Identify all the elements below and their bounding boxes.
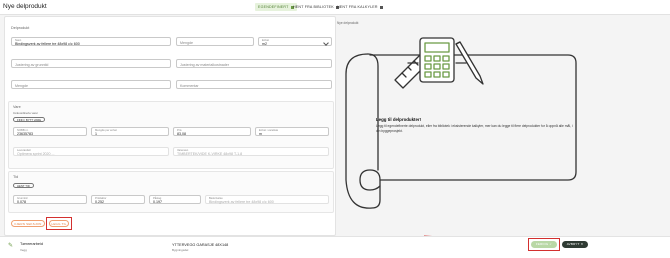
hent-tid-button[interactable]: HENT TID (13, 183, 34, 188)
button-label: AVBRYT (566, 242, 580, 246)
delprodukt-form: Delprodukt Navn Bindingsverk av fellere … (4, 16, 336, 236)
kommentar-field[interactable]: Kommentar (176, 80, 332, 89)
fjern-seksjon-button[interactable]: FJERN SEKSJON (11, 220, 45, 227)
field-value: TIMBERTEK/VIDE K-VIRKE 48x98 T-1.8 (177, 151, 243, 156)
enhet-vareliste-field[interactable]: Enhet i vareliste m (255, 127, 329, 136)
field-value: 0.197 (153, 199, 162, 204)
varenavn-field: Varenavn TIMBERTEK/VIDE K-VIRKE 48x98 T-… (173, 147, 329, 156)
nobb-field[interactable]: NOBB nr. 23635783 (13, 127, 87, 136)
field-value: Bindingsverk av fellere tre 48x98 c/c 60… (15, 41, 80, 46)
info-title: Legg til delprodukter! (376, 117, 422, 122)
section-title: Delprodukt (11, 26, 30, 30)
project-subtitle: Bygningsdel (172, 248, 189, 252)
item-subtitle: Vegg (20, 248, 27, 252)
annotation-highlight-ferdig (528, 238, 560, 251)
enhet-select[interactable]: Enhet m2 (258, 37, 332, 46)
beskrivelse-field: Beskrivelse Bindingsverk av fellere tre … (205, 195, 329, 204)
tid-title: Tid (13, 175, 19, 179)
page-title: Nye delprodukt (3, 3, 47, 10)
field-value: Bindingsverk av fellere tre 48x98 c/c 60… (209, 199, 274, 204)
field-value: 23635783 (17, 131, 33, 136)
field-value: m2 (262, 41, 267, 46)
justering-material-field[interactable]: Justering av materialkostnader (176, 59, 332, 68)
tab-label: HENT FRA BIBLIOTEK (293, 5, 334, 9)
vare-panel: Vare Innkoordinerte varer FINN / BYTT VA… (8, 101, 334, 169)
field-placeholder: Kommentar (180, 83, 199, 88)
field-value: 83,08 (177, 131, 186, 136)
grunntid-field[interactable]: Grunntid 0.078 (13, 195, 87, 204)
field-value: m (259, 131, 262, 136)
navn-field[interactable]: Navn Bindingsverk av fellere tre 48x98 c… (11, 37, 171, 46)
paslag-field[interactable]: Påslag 0.197 (149, 195, 201, 204)
mengde2-field[interactable]: Mengde (11, 80, 171, 89)
pencil-icon[interactable]: ✎ (8, 242, 13, 249)
top-bar: Nye delprodukt EGENDEFINERT HENT FRA BIB… (0, 0, 670, 15)
vare-title: Vare (13, 105, 21, 109)
right-panel-note: Nye delprodukt (337, 21, 359, 25)
finn-bytt-vare-button[interactable]: FINN / BYTT VARE (13, 117, 46, 122)
field-value: 1 (95, 131, 97, 136)
calculator-icon (379, 5, 383, 9)
innkoordinerte-varer-link[interactable]: Innkoordinerte varer (13, 111, 38, 115)
tab-label: HENT FRA KALKYLER (337, 5, 378, 9)
bottom-bar: ✎ Tømrerarbeid Vegg YTTERVEGG GARASJE 48… (0, 236, 670, 258)
justering-grunntid-field[interactable]: Justering av grunntid (11, 59, 171, 68)
field-value: 0.078 (17, 199, 26, 204)
field-placeholder: Mengde (15, 83, 28, 88)
tid-panel: Tid HENT TID Grunntid 0.078 Prisfaktor 0… (8, 171, 334, 213)
mengde-field[interactable]: Mengde (176, 37, 254, 46)
pris-field[interactable]: Pris 83,08 (173, 127, 251, 136)
avbryt-button[interactable]: AVBRYT ✕ (562, 241, 588, 248)
prisfaktor-field[interactable]: Prisfaktor 0.252 (91, 195, 145, 204)
tab-hent-fra-kalkyler[interactable]: HENT FRA KALKYLER (334, 3, 386, 11)
field-label: Mengde per enhet (95, 128, 117, 132)
leverandor-field: Leverandør Optimera sprint 2020 ... (13, 147, 169, 156)
button-label: FJERN SEKSJON (14, 222, 42, 226)
field-placeholder: Mengde (180, 40, 193, 45)
calculator-icon (419, 37, 455, 83)
project-title: YTTERVEGG GARASJE 48X148 (172, 243, 229, 247)
field-placeholder: Justering av grunntid (15, 62, 49, 67)
info-text: Legg til egendefinerte delprodukt, eller… (376, 124, 573, 133)
chip-label: HENT TID (17, 184, 30, 188)
field-value: 0.252 (95, 199, 104, 204)
field-placeholder: Justering av materialkostnader (180, 62, 229, 67)
chip-label: FINN / BYTT VARE (17, 118, 42, 122)
mengde-per-enhet-field[interactable]: Mengde per enhet 1 (91, 127, 169, 136)
field-value: Optimera sprint 2020 ... (17, 151, 55, 156)
annotation-highlight-legg-til (46, 217, 72, 230)
item-title: Tømrerarbeid (20, 242, 43, 246)
tab-label: EGENDEFINERT (258, 5, 289, 9)
chevron-down-icon (323, 39, 329, 46)
